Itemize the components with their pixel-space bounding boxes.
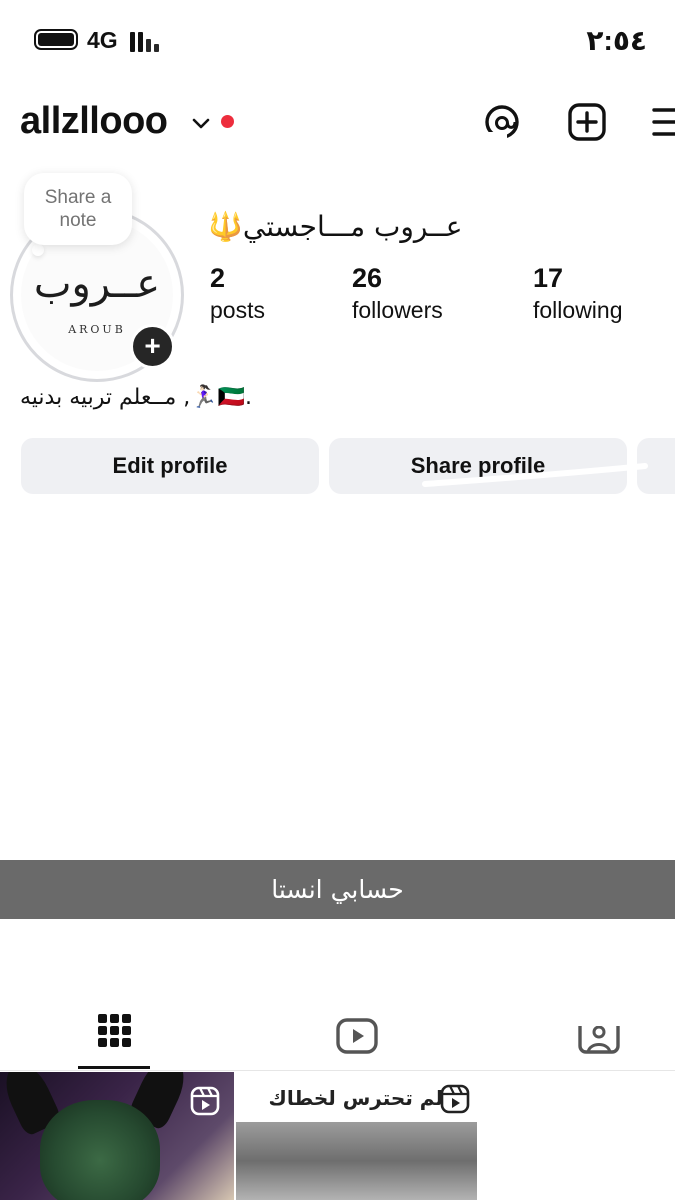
note-bubble-tail (32, 244, 44, 256)
reel-icon (190, 1086, 220, 1116)
active-tab-indicator (78, 1066, 150, 1069)
posts-label: posts (210, 297, 265, 323)
add-story-button[interactable]: + (130, 324, 175, 369)
share-note-bubble[interactable]: Share a note (24, 173, 132, 245)
notification-dot (221, 115, 234, 128)
following-value: 17 (533, 263, 564, 293)
status-bar: 4G ٢:٥٤ (0, 0, 675, 82)
followers-label: followers (352, 297, 443, 323)
caption-overlay: حسابي انستا (0, 860, 675, 919)
logo-arabic: عــروب (33, 261, 161, 307)
reels-tab-icon[interactable] (322, 1010, 392, 1070)
followers-count[interactable]: 26 followers (352, 263, 443, 324)
post-2-image (236, 1122, 477, 1200)
scribble-mark (422, 463, 648, 487)
edit-profile-button[interactable]: Edit profile (21, 438, 319, 494)
display-name: عــروب مـــاجستي🔱 (208, 210, 463, 243)
share-note-label: Share a note (44, 187, 112, 231)
profile-bio: مــعلم تربيه بدنيه ,🏃🏻‍♀️🇰🇼. (20, 385, 253, 410)
username-switcher[interactable]: allzllooo (20, 100, 168, 143)
battery-icon (34, 29, 78, 50)
thumbnail-art (40, 1100, 160, 1200)
following-label: following (533, 297, 623, 323)
posts-grid-tab-icon[interactable] (80, 1010, 150, 1070)
chevron-down-icon[interactable] (190, 112, 212, 134)
post-thumbnail-2[interactable]: لم تحترس لخطاك (236, 1072, 477, 1200)
tab-divider (0, 1070, 675, 1071)
post-thumbnail-1[interactable] (0, 1072, 234, 1200)
tagged-tab-icon[interactable] (564, 1010, 634, 1070)
post-2-overlay-text: لم تحترس لخطاك (268, 1086, 444, 1110)
posts-value: 2 (210, 263, 226, 293)
status-time: ٢:٥٤ (586, 25, 647, 56)
network-type: 4G (87, 27, 118, 53)
edit-profile-label: Edit profile (112, 453, 228, 478)
threads-icon[interactable] (482, 102, 522, 142)
caption-text: حسابي انستا (271, 875, 404, 904)
menu-icon[interactable] (650, 102, 675, 142)
plus-icon: + (144, 330, 161, 361)
following-count[interactable]: 17 following (533, 263, 623, 324)
reel-icon (440, 1084, 470, 1114)
profile-header: allzllooo (0, 98, 675, 154)
signal-icon (130, 30, 164, 52)
create-post-icon[interactable] (567, 102, 607, 142)
posts-count[interactable]: 2 posts (210, 263, 265, 324)
followers-value: 26 (352, 263, 383, 293)
